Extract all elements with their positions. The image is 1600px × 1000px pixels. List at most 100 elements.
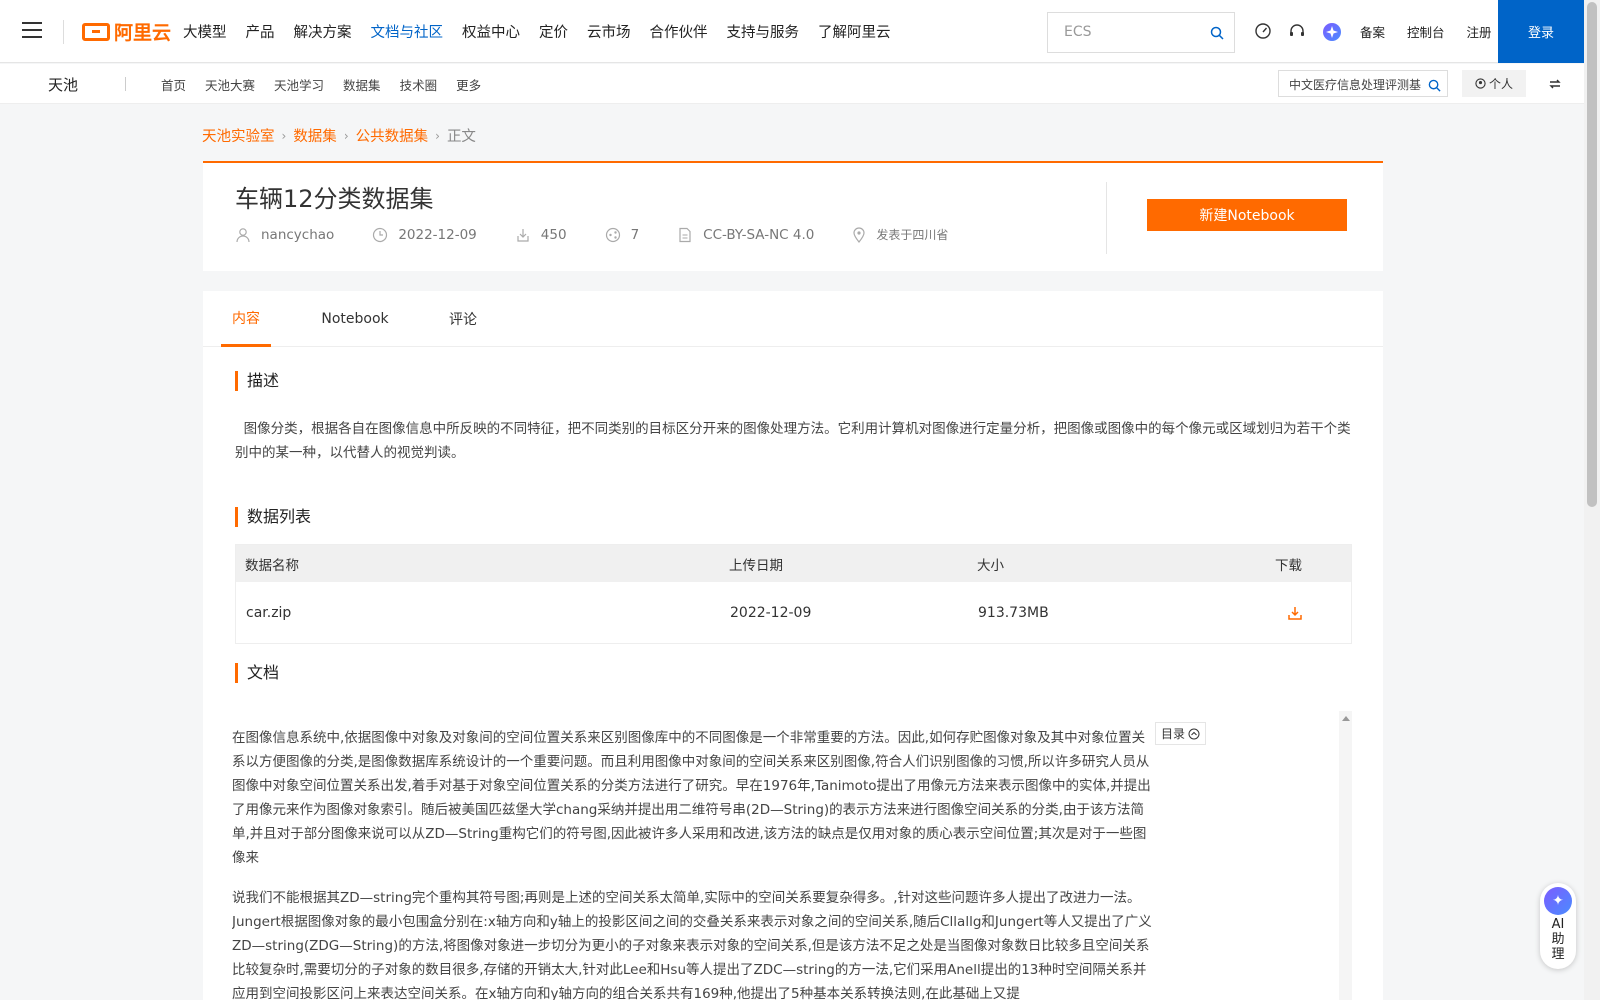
file-size: 913.73MB [978,604,1049,621]
headset-icon[interactable] [1288,22,1306,40]
subnav-items: 首页 天池大赛 天池学习 数据集 技术圈 更多 [161,64,500,104]
logo-mark-icon [82,22,110,41]
ai-assistant-icon[interactable] [1322,22,1341,41]
description-text: 图像分类，根据各自在图像信息中所反映的不同特征，把不同类别的目标区分开来的图像处… [235,417,1355,465]
share-count: 7 [630,226,640,243]
col-header-date: 上传日期 [729,557,783,574]
subnav-item-home[interactable]: 首页 [161,75,186,94]
download-icon[interactable] [1288,582,1302,643]
chevron-right-icon: › [435,128,440,143]
location: 发表于四川省 [876,228,949,242]
speedometer-icon[interactable] [1254,22,1272,40]
subnav-item-learning[interactable]: 天池学习 [274,75,324,94]
table-row: car.zip 2022-12-09 913.73MB [236,582,1351,643]
divider [1106,182,1107,254]
logo-text: 阿里云 [114,22,172,44]
meta-location: 发表于四川省 [852,226,948,243]
author-name: nancychao [261,226,335,243]
section-title-datalist: 数据列表 [235,507,311,527]
top-search-input[interactable] [1064,24,1194,40]
subnav-item-competitions[interactable]: 天池大赛 [205,75,255,94]
chevron-right-icon: › [281,128,287,143]
personal-button[interactable]: 个人 [1462,70,1526,97]
page-title: 车辆12分类数据集 [235,185,434,213]
toc-label: 目录 [1161,727,1186,741]
switch-icon[interactable] [1548,76,1562,95]
top-links: 备案 控制台 注册 [1360,0,1514,63]
subnav-item-more[interactable]: 更多 [456,75,481,94]
meta-license: CC-BY-SA-NC 4.0 [677,227,814,243]
main-nav: 大模型 产品 解决方案 文档与社区 权益中心 定价 云市场 合作伙伴 支持与服务… [183,0,910,63]
col-header-download: 下载 [1275,557,1302,574]
nav-item-docs-community[interactable]: 文档与社区 [371,21,444,42]
tab-notebook[interactable]: Notebook [315,291,395,347]
license: CC-BY-SA-NC 4.0 [703,226,815,243]
link-register[interactable]: 注册 [1467,22,1492,41]
toc-button[interactable]: 目录 [1155,722,1207,745]
file-upload-date: 2022-12-09 [730,604,812,621]
nav-item-support[interactable]: 支持与服务 [727,21,800,42]
ai-helper-label: AI助理 [1551,917,1565,962]
subnav-search[interactable] [1278,70,1448,97]
download-count-icon [517,228,529,242]
nav-item-solutions[interactable]: 解决方案 [294,21,352,42]
meta-downloads: 450 [515,227,567,243]
page-scrollbar[interactable] [1584,0,1600,1000]
col-header-name: 数据名称 [245,557,299,574]
data-table: 数据名称 上传日期 大小 下载 car.zip 2022-12-09 913.7… [235,544,1352,644]
scrollbar-thumb[interactable] [1587,2,1597,507]
ai-star-icon: ✦ [1544,887,1572,915]
login-button[interactable]: 登录 [1498,0,1584,63]
search-icon[interactable] [1428,77,1441,96]
nav-item-llm[interactable]: 大模型 [183,21,227,42]
meta-shares: 7 [605,226,640,243]
nav-item-pricing[interactable]: 定价 [539,21,568,42]
top-search[interactable] [1047,12,1235,53]
file-name: car.zip [246,604,292,621]
nav-item-products[interactable]: 产品 [246,21,275,42]
aliyun-logo[interactable]: 阿里云 [82,18,171,45]
user-icon [236,227,250,242]
nav-item-partners[interactable]: 合作伙伴 [650,21,708,42]
section-title-description: 描述 [235,371,279,391]
divider [125,77,126,91]
link-beian[interactable]: 备案 [1360,22,1385,41]
nav-item-benefits[interactable]: 权益中心 [462,21,520,42]
doc-paragraph: 说我们不能根据其ZD—string完个重构其符号图;再则是上述的空间关系太简单,… [232,890,1152,1000]
chevron-up-circle-icon [1188,728,1200,739]
link-console[interactable]: 控制台 [1407,22,1445,41]
breadcrumb-public-datasets[interactable]: 公共数据集 [356,125,429,146]
subnav-search-input[interactable] [1289,77,1424,91]
dataset-meta: nancychao 2022-12-09 450 7 CC-BY-SA-NC 4… [235,226,986,243]
tab-comments[interactable]: 评论 [443,291,483,347]
meta-author[interactable]: nancychao [235,227,334,243]
ai-helper-button[interactable]: ✦ AI助理 [1540,883,1576,969]
breadcrumb-datasets[interactable]: 数据集 [293,125,337,146]
doc-body: 在图像信息系统中,依据图像中对象及对象间的空间位置关系来区别图像库中的不同图像是… [232,711,1352,1000]
new-notebook-button[interactable]: 新建Notebook [1147,199,1347,231]
search-icon[interactable] [1210,25,1224,44]
section-title-doc: 文档 [235,663,279,683]
tianchi-brand[interactable]: 天池 [48,74,78,95]
nav-item-marketplace[interactable]: 云市场 [587,21,631,42]
tab-content[interactable]: 内容 [221,291,271,347]
breadcrumb: 天池实验室 › 数据集 › 公共数据集 › 正文 [202,125,476,146]
personal-label: 个人 [1488,77,1513,91]
top-navbar: 阿里云 大模型 产品 解决方案 文档与社区 权益中心 定价 云市场 合作伙伴 支… [0,0,1584,63]
location-pin-icon [853,226,865,243]
doc-scrollbar[interactable] [1339,711,1352,1000]
share-icon [605,227,620,242]
dataset-header-card: 车辆12分类数据集 nancychao 2022-12-09 450 7 CC-… [203,161,1383,271]
table-header: 数据名称 上传日期 大小 下载 [236,545,1351,582]
divider [63,20,64,44]
meta-date: 2022-12-09 [372,226,477,243]
content-card: 内容 Notebook 评论 描述 图像分类，根据各自在图像信息中所反映的不同特… [203,291,1383,1000]
menu-icon[interactable] [22,22,42,40]
tianchi-subnav: 天池 首页 天池大赛 天池学习 数据集 技术圈 更多 个人 [0,64,1584,104]
breadcrumb-current: 正文 [446,129,476,145]
subnav-item-tech-circle[interactable]: 技术圈 [400,75,438,94]
publish-date: 2022-12-09 [398,226,477,243]
nav-item-about[interactable]: 了解阿里云 [818,21,891,42]
subnav-item-datasets[interactable]: 数据集 [343,75,381,94]
breadcrumb-lab[interactable]: 天池实验室 [202,125,275,146]
